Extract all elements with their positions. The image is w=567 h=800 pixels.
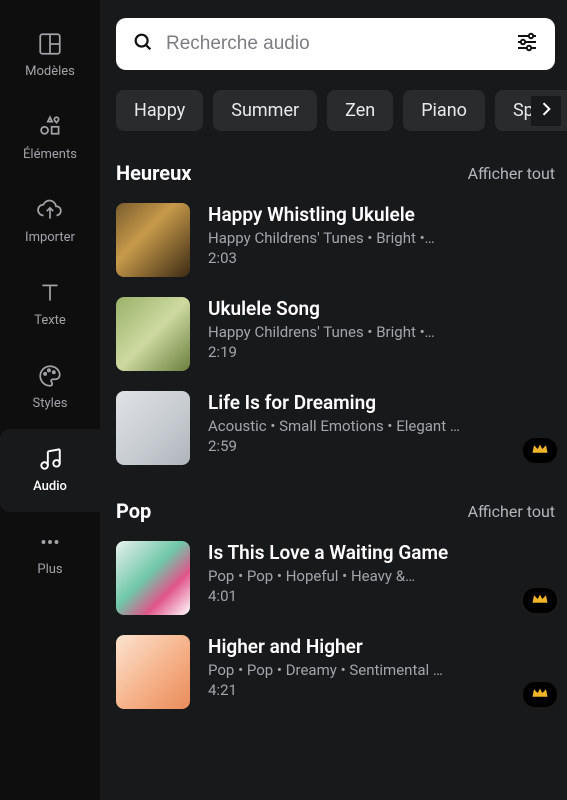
filter-chips: Happy Summer Zen Piano Sport	[116, 90, 555, 131]
sidebar: Modèles Éléments Importer Texte	[0, 0, 100, 800]
crown-icon	[531, 685, 549, 704]
sidebar-item-label: Éléments	[23, 147, 77, 162]
track-thumbnail	[116, 541, 190, 615]
templates-icon	[36, 30, 64, 58]
sidebar-item-styles[interactable]: Styles	[0, 346, 100, 429]
sidebar-item-label: Modèles	[25, 64, 75, 79]
track-thumbnail	[116, 203, 190, 277]
view-all-link[interactable]: Afficher tout	[468, 164, 555, 183]
track-duration: 4:21	[208, 681, 555, 699]
track-item[interactable]: Higher and Higher Pop • Pop • Dreamy • S…	[116, 635, 555, 709]
premium-badge	[523, 588, 557, 613]
sidebar-item-more[interactable]: Plus	[0, 512, 100, 595]
track-item[interactable]: Life Is for Dreaming Acoustic • Small Em…	[116, 391, 555, 465]
chips-scroll-right[interactable]	[531, 96, 561, 126]
track-info: Higher and Higher Pop • Pop • Dreamy • S…	[208, 635, 555, 709]
chevron-right-icon	[536, 99, 556, 123]
sidebar-item-elements[interactable]: Éléments	[0, 97, 100, 180]
upload-icon	[36, 196, 64, 224]
track-title: Life Is for Dreaming	[208, 391, 555, 414]
sidebar-item-label: Styles	[33, 396, 68, 411]
track-thumbnail	[116, 297, 190, 371]
search-bar[interactable]	[116, 18, 555, 70]
track-info: Happy Whistling Ukulele Happy Childrens'…	[208, 203, 555, 277]
track-thumbnail	[116, 635, 190, 709]
sidebar-item-label: Importer	[25, 230, 75, 245]
section-title: Pop	[116, 499, 151, 523]
sidebar-item-audio[interactable]: Audio	[0, 429, 100, 512]
track-info: Ukulele Song Happy Childrens' Tunes • Br…	[208, 297, 555, 371]
sidebar-item-label: Audio	[33, 479, 67, 494]
section-header-heureux: Heureux Afficher tout	[116, 161, 555, 185]
sidebar-item-text[interactable]: Texte	[0, 263, 100, 346]
track-duration: 2:59	[208, 437, 555, 455]
view-all-link[interactable]: Afficher tout	[468, 502, 555, 521]
track-item[interactable]: Ukulele Song Happy Childrens' Tunes • Br…	[116, 297, 555, 371]
track-title: Higher and Higher	[208, 635, 555, 658]
elements-icon	[36, 113, 64, 141]
audio-icon	[36, 445, 64, 473]
chip-piano[interactable]: Piano	[403, 90, 485, 131]
styles-icon	[36, 362, 64, 390]
sidebar-item-templates[interactable]: Modèles	[0, 14, 100, 97]
track-duration: 4:01	[208, 587, 555, 605]
premium-badge	[523, 438, 557, 463]
sidebar-item-label: Plus	[37, 562, 62, 577]
main-panel: Happy Summer Zen Piano Sport Heureux Aff…	[100, 0, 567, 800]
sidebar-item-upload[interactable]: Importer	[0, 180, 100, 263]
track-title: Happy Whistling Ukulele	[208, 203, 555, 226]
chip-zen[interactable]: Zen	[327, 90, 393, 131]
crown-icon	[531, 591, 549, 610]
track-meta: Pop • Pop • Dreamy • Sentimental …	[208, 661, 555, 679]
text-icon	[36, 279, 64, 307]
track-meta: Pop • Pop • Hopeful • Heavy &…	[208, 567, 555, 585]
more-icon	[36, 528, 64, 556]
crown-icon	[531, 441, 549, 460]
section-header-pop: Pop Afficher tout	[116, 499, 555, 523]
search-input[interactable]	[166, 33, 503, 55]
track-item[interactable]: Is This Love a Waiting Game Pop • Pop • …	[116, 541, 555, 615]
chip-summer[interactable]: Summer	[213, 90, 317, 131]
track-item[interactable]: Happy Whistling Ukulele Happy Childrens'…	[116, 203, 555, 277]
filter-icon[interactable]	[515, 30, 539, 58]
track-meta: Happy Childrens' Tunes • Bright •…	[208, 323, 555, 341]
track-info: Is This Love a Waiting Game Pop • Pop • …	[208, 541, 555, 615]
chip-happy[interactable]: Happy	[116, 90, 203, 131]
premium-badge	[523, 682, 557, 707]
track-duration: 2:19	[208, 343, 555, 361]
search-icon	[132, 31, 154, 57]
track-meta: Happy Childrens' Tunes • Bright •…	[208, 229, 555, 247]
track-thumbnail	[116, 391, 190, 465]
track-title: Is This Love a Waiting Game	[208, 541, 555, 564]
track-meta: Acoustic • Small Emotions • Elegant …	[208, 417, 555, 435]
sidebar-item-label: Texte	[34, 313, 66, 328]
track-duration: 2:03	[208, 249, 555, 267]
section-title: Heureux	[116, 161, 191, 185]
track-title: Ukulele Song	[208, 297, 555, 320]
track-info: Life Is for Dreaming Acoustic • Small Em…	[208, 391, 555, 465]
